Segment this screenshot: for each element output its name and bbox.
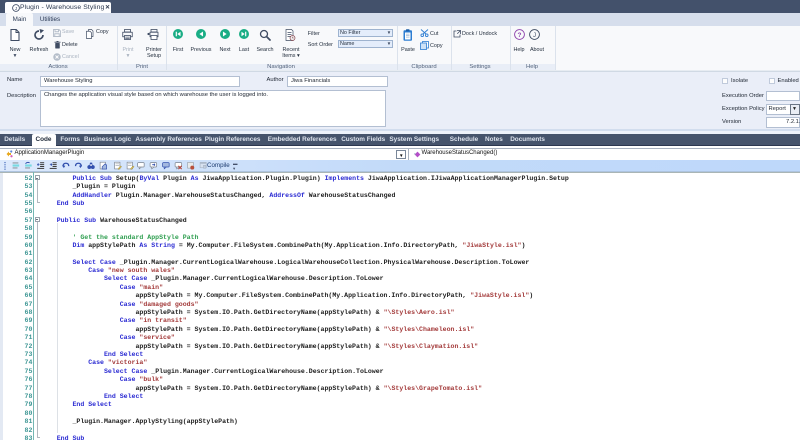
- svg-text:J: J: [533, 33, 536, 39]
- svg-text:?: ?: [517, 32, 521, 39]
- svg-text:J: J: [14, 6, 16, 11]
